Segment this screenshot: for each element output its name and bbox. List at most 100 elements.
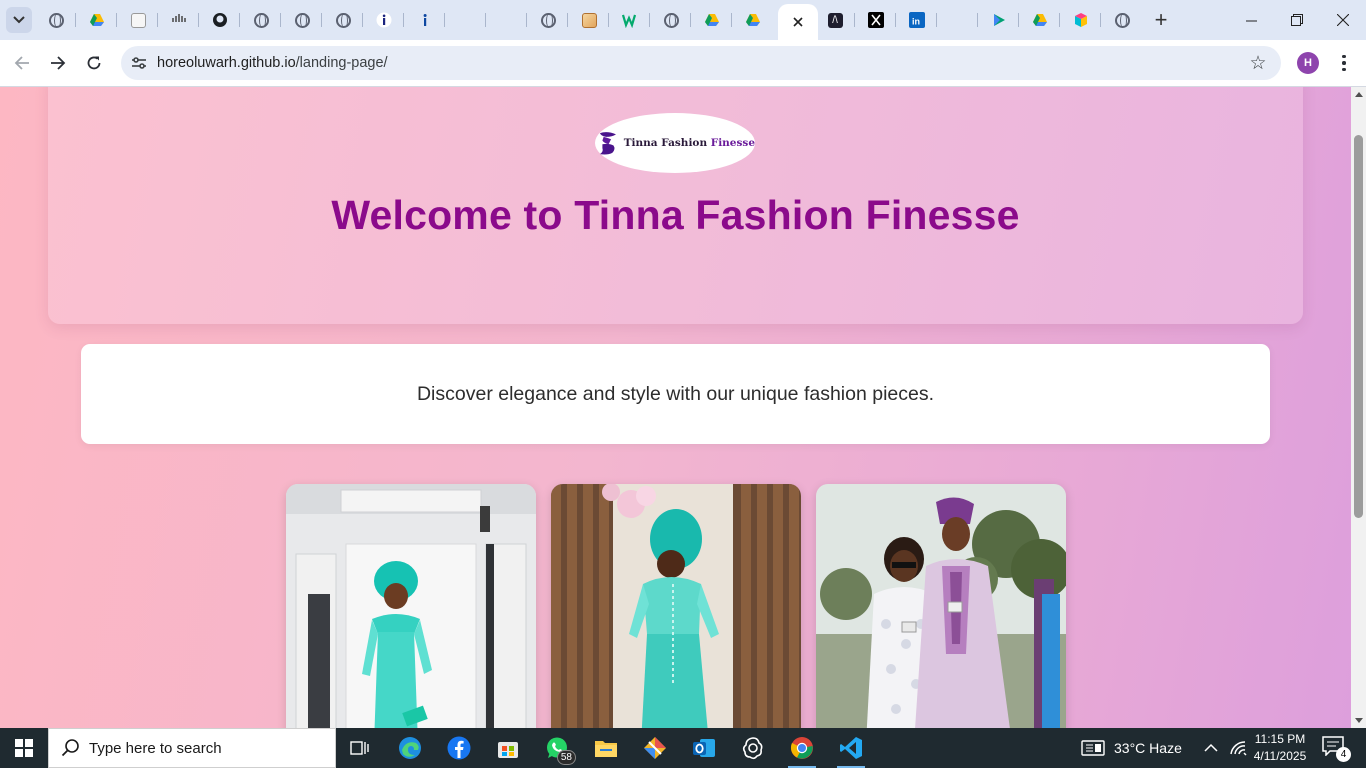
globe-icon: [335, 12, 351, 28]
task-view-button[interactable]: [340, 732, 380, 764]
play-icon: [994, 14, 1005, 26]
back-button[interactable]: [7, 48, 37, 78]
globe-icon: [1114, 12, 1130, 28]
cisco-icon: [172, 14, 186, 22]
browser-menu-button[interactable]: [1334, 52, 1354, 74]
gallery-image-lace-back[interactable]: [551, 484, 801, 728]
tab-info[interactable]: [405, 5, 445, 35]
blank-icon: [499, 12, 515, 28]
arrow-left-icon: [14, 56, 29, 70]
brand-logo[interactable]: Tinna Fashion Finesse: [595, 113, 755, 173]
chrome-taskbar-button[interactable]: [782, 732, 822, 768]
vscode-taskbar-button[interactable]: [831, 732, 871, 768]
tagline-card: Discover elegance and style with our uni…: [81, 344, 1270, 444]
vscode-icon: [840, 737, 862, 759]
tab-w3[interactable]: [610, 5, 650, 35]
tab-strip: /\ in +: [0, 0, 1366, 40]
start-button[interactable]: [0, 728, 48, 768]
chatgpt-taskbar-button[interactable]: [733, 732, 773, 764]
tab-image[interactable]: [569, 5, 609, 35]
tab-google-drive[interactable]: [77, 5, 117, 35]
system-clock[interactable]: 11:15 PM 4/11/2025: [1248, 731, 1312, 765]
tune-icon: [132, 57, 146, 69]
tab-cisco[interactable]: [159, 5, 199, 35]
tab-app[interactable]: /\: [815, 5, 855, 35]
page-viewport: Tinna Fashion Finesse Welcome to Tinna F…: [0, 87, 1351, 728]
tab-globe[interactable]: [36, 5, 76, 35]
tab-blank[interactable]: [487, 5, 527, 35]
network-button[interactable]: [1229, 728, 1247, 768]
tab-x[interactable]: [856, 5, 896, 35]
url-host: horeoluwarh.github.io: [157, 55, 296, 71]
gallery-image-couple[interactable]: [816, 484, 1066, 728]
tab-github[interactable]: [200, 5, 240, 35]
url-text[interactable]: horeoluwarh.github.io/landing-page/: [157, 55, 388, 71]
notification-count: 4: [1336, 747, 1351, 762]
bookmark-button[interactable]: ☆: [1247, 52, 1269, 74]
weather-widget[interactable]: 33°C Haze: [1081, 728, 1182, 768]
action-center-button[interactable]: 4: [1322, 736, 1351, 762]
browser-toolbar: horeoluwarh.github.io/landing-page/ ☆: [0, 40, 1366, 87]
tab-globe[interactable]: [1102, 5, 1142, 35]
clock-time: 11:15 PM: [1254, 732, 1306, 746]
whatsapp-taskbar-button[interactable]: 58: [537, 732, 577, 765]
search-icon: [61, 739, 79, 757]
globe-icon: [253, 12, 269, 28]
tab-globe[interactable]: [323, 5, 363, 35]
scroll-down-arrow-icon[interactable]: [1355, 718, 1363, 723]
facebook-taskbar-button[interactable]: [439, 732, 479, 764]
globe-icon: [663, 12, 679, 28]
page-scrollbar[interactable]: [1351, 87, 1366, 728]
page-title: Welcome to Tinna Fashion Finesse: [331, 192, 1020, 238]
tab-google-drive[interactable]: [692, 5, 732, 35]
forward-button[interactable]: [43, 48, 73, 78]
tab-active[interactable]: [778, 4, 818, 40]
address-bar[interactable]: horeoluwarh.github.io/landing-page/ ☆: [121, 46, 1281, 80]
globe-icon: [540, 12, 556, 28]
outlook-taskbar-button[interactable]: [684, 732, 724, 764]
tab-blank[interactable]: [446, 5, 486, 35]
tab-play[interactable]: [979, 5, 1019, 35]
star-icon: ☆: [1249, 52, 1267, 74]
tab-globe[interactable]: [528, 5, 568, 35]
tab-google-drive[interactable]: [1020, 5, 1060, 35]
weather-text: 33°C Haze: [1114, 740, 1182, 756]
file-explorer-taskbar-button[interactable]: [586, 732, 626, 764]
app-taskbar-button[interactable]: [635, 732, 675, 764]
logo-wordmark: Tinna Fashion Finesse: [623, 137, 755, 149]
tab-linkedin[interactable]: in: [897, 5, 937, 35]
scroll-thumb[interactable]: [1354, 135, 1363, 518]
show-hidden-icons-button[interactable]: [1204, 728, 1218, 768]
tab-globe[interactable]: [651, 5, 691, 35]
tab-globe[interactable]: [282, 5, 322, 35]
reload-icon: [87, 56, 101, 70]
reload-button[interactable]: [79, 48, 109, 78]
site-info-button[interactable]: [129, 53, 149, 73]
close-icon: [1337, 14, 1349, 26]
tab-app[interactable]: [1061, 5, 1101, 35]
chevron-down-icon: [13, 16, 25, 24]
blank-icon: [458, 12, 474, 28]
tab-globe[interactable]: [241, 5, 281, 35]
tab-google-drive[interactable]: [733, 5, 773, 35]
tab-blank[interactable]: [938, 5, 978, 35]
task-view-icon: [350, 741, 369, 755]
restore-button[interactable]: [1274, 0, 1320, 40]
close-icon[interactable]: [792, 16, 804, 28]
scroll-up-arrow-icon[interactable]: [1355, 92, 1363, 97]
profile-avatar[interactable]: H: [1297, 52, 1319, 74]
tab-app[interactable]: [118, 5, 158, 35]
folder-icon: [595, 741, 617, 757]
edge-taskbar-button[interactable]: [390, 732, 430, 764]
taskbar-search-box[interactable]: Type here to search: [48, 728, 336, 768]
new-tab-button[interactable]: +: [1148, 7, 1174, 33]
tab-search-button[interactable]: [6, 7, 32, 33]
close-window-button[interactable]: [1320, 0, 1366, 40]
google-drive-icon: [746, 14, 760, 26]
store-taskbar-button[interactable]: [488, 732, 528, 764]
windows-taskbar: Type here to search 58 33°C Haze 11:15 P…: [0, 728, 1366, 768]
tab-info[interactable]: [364, 5, 404, 35]
app-icon: [1075, 13, 1087, 27]
gallery-image-aqua-gown[interactable]: [286, 484, 536, 728]
minimize-button[interactable]: [1228, 0, 1274, 40]
